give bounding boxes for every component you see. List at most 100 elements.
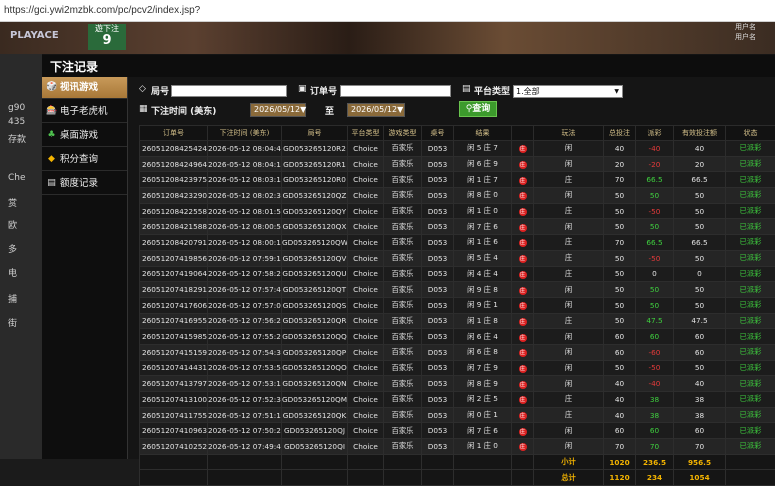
table-cell: D053 <box>422 360 454 376</box>
bet-records-table: 订单号下注时间 (美东)局号平台类型游戏类型桌号结果玩法总投注派彩有效投注额状态… <box>139 125 775 486</box>
sidebar-item-credit-records[interactable]: ▤额度记录 <box>42 173 127 195</box>
bet-tag-label: 遊下注 <box>95 24 119 33</box>
table-row[interactable]: 2605120741025212026-05-12 07:49:42GD0532… <box>140 439 775 455</box>
date-to-picker[interactable]: 2026/05/12▼ <box>347 103 405 117</box>
table-row[interactable]: 2605120842496462026-05-12 08:04:12GD0532… <box>140 156 775 172</box>
tag-icon: ◇ <box>139 84 146 94</box>
table-cell: 闲 <box>534 423 604 439</box>
table-cell: Choice <box>348 235 384 251</box>
table-row[interactable]: 2605120741760692026-05-12 07:57:07GD0532… <box>140 297 775 313</box>
table-cell: 0 <box>674 266 726 282</box>
table-row[interactable]: 2605120741379782026-05-12 07:53:15GD0532… <box>140 376 775 392</box>
table-row[interactable]: 2605120842329022026-05-12 08:02:35GD0532… <box>140 188 775 204</box>
table-cell: 50 <box>636 297 674 313</box>
table-cell: Choice <box>348 376 384 392</box>
order-no-input[interactable] <box>340 85 451 97</box>
summary-cell <box>726 454 775 470</box>
table-row[interactable]: 2605120741906452026-05-12 07:58:28GD0532… <box>140 266 775 282</box>
diamond-icon: ◆ <box>46 154 57 165</box>
bg-menu-item[interactable]: 欧 <box>0 216 42 236</box>
app-logo[interactable]: PLAYACE <box>10 30 59 41</box>
bg-menu-item[interactable]: 捕 <box>0 290 42 310</box>
table-cell: 66.5 <box>674 172 726 188</box>
bg-menu-item[interactable]: Che <box>0 168 42 188</box>
sidebar-item-points[interactable]: ◆积分查询 <box>42 149 127 171</box>
table-cell: 50 <box>604 266 636 282</box>
date-from-picker[interactable]: 2026/05/12▼ <box>250 103 306 117</box>
table-cell: 闲 <box>534 329 604 345</box>
table-row[interactable]: 2605120741310072026-05-12 07:52:30GD0532… <box>140 392 775 408</box>
table-cell: 70 <box>674 439 726 455</box>
table-row[interactable]: 2605120842542482026-05-12 08:04:43GD0532… <box>140 141 775 157</box>
table-cell: -50 <box>636 250 674 266</box>
table-cell: 0 <box>636 266 674 282</box>
table-cell: 260512074169556 <box>140 313 208 329</box>
table-row[interactable]: 2605120842079132026-05-12 08:00:11GD0532… <box>140 235 775 251</box>
table-cell: 已派彩 <box>726 439 775 455</box>
table-no-input[interactable] <box>171 85 287 97</box>
table-cell: D053 <box>422 376 454 392</box>
table-cell: 40 <box>604 376 636 392</box>
bg-menu-item[interactable]: 电 <box>0 264 42 284</box>
result-dot: 庄 <box>519 287 527 295</box>
modal-title: 下注记录 <box>50 58 98 75</box>
user-info-line: 用户名 <box>735 22 775 32</box>
result-dot: 庄 <box>519 381 527 389</box>
to-label: 至 <box>325 104 334 117</box>
table-cell: -50 <box>636 203 674 219</box>
table-cell: Choice <box>348 141 384 157</box>
browser-address-bar[interactable]: https://gci.ywi2mzbk.com/pc/pcv2/index.j… <box>0 0 775 22</box>
platform-type-select[interactable]: 1.全部▼ <box>513 85 623 98</box>
bet-time-label: 下注时间 (美东) <box>151 104 216 117</box>
table-row[interactable]: 2605120842255812026-05-12 08:01:52GD0532… <box>140 203 775 219</box>
table-row[interactable]: 2605120741443152026-05-12 07:53:53GD0532… <box>140 360 775 376</box>
table-cell: D053 <box>422 172 454 188</box>
table-cell: 2026-05-12 07:55:23 <box>208 329 282 345</box>
table-row[interactable]: 2605120741515912026-05-12 07:54:32GD0532… <box>140 344 775 360</box>
query-button[interactable]: ⚲查询 <box>459 101 497 117</box>
table-cell: 2026-05-12 07:54:32 <box>208 344 282 360</box>
table-cell: Choice <box>348 392 384 408</box>
table-row[interactable]: 2605120741598582026-05-12 07:55:23GD0532… <box>140 329 775 345</box>
table-cell: 47.5 <box>636 313 674 329</box>
bg-menu-item[interactable]: 街 <box>0 314 42 334</box>
chevron-down-icon: ▼ <box>397 105 403 114</box>
table-cell: 60 <box>674 423 726 439</box>
table-cell: 47.5 <box>674 313 726 329</box>
bg-menu-item[interactable]: 赏 <box>0 194 42 214</box>
table-cell: GD053265120QW <box>282 235 348 251</box>
table-cell: 70 <box>604 235 636 251</box>
sidebar-item-slots[interactable]: 🎰电子老虎机 <box>42 101 127 123</box>
summary-cell <box>348 454 384 470</box>
table-row[interactable]: 2605120741096332026-05-12 07:50:26GD0532… <box>140 423 775 439</box>
table-cell: 百家乐 <box>384 344 422 360</box>
result-dot: 庄 <box>519 318 527 326</box>
bg-deposit[interactable]: 存款 <box>0 130 42 150</box>
table-row[interactable]: 2605120842158832026-05-12 08:00:58GD0532… <box>140 219 775 235</box>
column-header: 游戏类型 <box>384 126 422 141</box>
result-dot: 庄 <box>519 396 527 404</box>
sidebar-item-live-games[interactable]: 🎲视讯游戏 <box>42 77 127 99</box>
table-row[interactable]: 2605120741985662026-05-12 07:59:15GD0532… <box>140 250 775 266</box>
table-row[interactable]: 2605120741829142026-05-12 07:57:44GD0532… <box>140 282 775 298</box>
result-dot: 庄 <box>519 177 527 185</box>
table-cell: 70 <box>604 439 636 455</box>
table-cell: GD053265120R0 <box>282 172 348 188</box>
table-cell: GD053265120QS <box>282 297 348 313</box>
bg-menu-item[interactable]: 多 <box>0 240 42 260</box>
table-cell: D053 <box>422 423 454 439</box>
summary-cell <box>726 470 775 486</box>
table-cell: 260512074159858 <box>140 329 208 345</box>
table-row[interactable]: 2605120741175582026-05-12 07:51:13GD0532… <box>140 407 775 423</box>
result-banker-badge: 庄 <box>512 407 534 423</box>
table-cell: 50 <box>604 188 636 204</box>
table-cell: 闲 1 庄 6 <box>454 235 512 251</box>
table-row[interactable]: 2605120842397552026-05-12 08:03:16GD0532… <box>140 172 775 188</box>
table-row[interactable]: 2605120741695562026-05-12 07:56:27GD0532… <box>140 313 775 329</box>
table-cell: 闲 9 庄 1 <box>454 297 512 313</box>
result-banker-badge: 庄 <box>512 360 534 376</box>
table-cell: 闲 <box>534 219 604 235</box>
table-cell: 50 <box>636 188 674 204</box>
user-info-panel: 用户名 用户名 <box>735 22 775 54</box>
sidebar-item-table-games[interactable]: ♣桌面游戏 <box>42 125 127 147</box>
